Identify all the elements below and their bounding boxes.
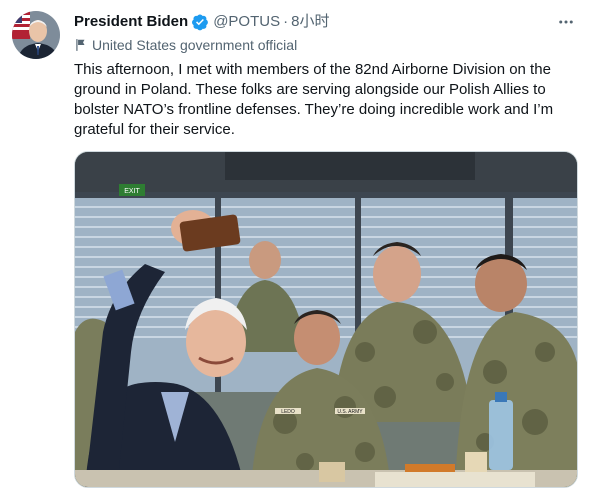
exit-sign: EXIT — [124, 188, 140, 195]
more-horizontal-icon[interactable] — [555, 11, 577, 33]
tweet-text: This afternoon, I met with members of th… — [74, 61, 554, 138]
tweet-header: President Biden @POTUS · 8小时 — [74, 11, 577, 33]
uniform-army-tape: U.S. ARMY — [337, 409, 363, 415]
flag-icon — [74, 38, 88, 52]
tweet-photo[interactable]: EXIT LEDO U.S. ARMY — [74, 151, 578, 488]
uniform-name-tape: LEDO — [281, 409, 295, 415]
separator-dot: · — [283, 13, 289, 30]
author-avatar[interactable] — [12, 11, 60, 59]
tweet-card[interactable]: President Biden @POTUS · 8小时 United Stat… — [0, 0, 591, 498]
government-label-text: United States government official — [92, 37, 298, 53]
government-label[interactable]: United States government official — [74, 36, 297, 54]
verified-badge-icon — [191, 13, 209, 31]
author-handle[interactable]: @POTUS — [213, 12, 280, 32]
tweet-timestamp[interactable]: 8小时 — [291, 12, 329, 32]
author-display-name[interactable]: President Biden — [74, 12, 188, 32]
